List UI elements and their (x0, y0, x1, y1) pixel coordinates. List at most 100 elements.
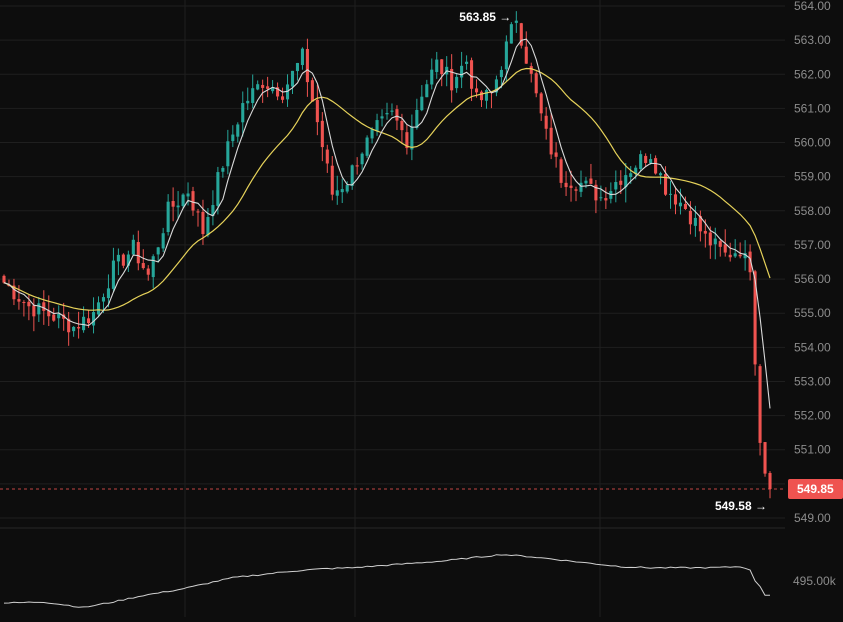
candle-body (266, 86, 270, 89)
candle-body (509, 24, 513, 44)
candle-body (320, 120, 324, 148)
candle-body (688, 210, 692, 225)
candle-body (156, 247, 160, 255)
candle-body (529, 66, 533, 74)
candle-body (579, 182, 583, 192)
y-tick-label: 552.00 (794, 409, 831, 423)
candle-body (256, 84, 260, 90)
candle-body (131, 239, 135, 255)
price-chart[interactable]: 495.00k 549.00550.00551.00552.00553.0055… (0, 0, 843, 617)
candle-body (335, 190, 339, 196)
candle-body (161, 233, 165, 249)
candle-body (569, 185, 573, 188)
candle-body (141, 263, 145, 269)
candle-body (718, 241, 722, 247)
candle-body (151, 256, 155, 278)
candle-body (365, 137, 369, 156)
candle-body (410, 126, 414, 150)
y-tick-label: 555.00 (794, 306, 831, 320)
candle-body (703, 230, 707, 234)
candle-body (27, 301, 31, 307)
candle-body (479, 91, 484, 101)
candle-body (315, 99, 319, 123)
candle-body (514, 20, 518, 23)
candle-body (106, 288, 110, 299)
candle-body (116, 254, 120, 262)
candle-body (614, 182, 618, 190)
candle-body (380, 116, 384, 119)
high-annotation: 563.85 → (459, 10, 511, 24)
candle-body (52, 314, 56, 321)
candle-body (77, 327, 81, 329)
candle-body (470, 60, 474, 89)
candle-body (455, 76, 459, 89)
candle-body (474, 88, 479, 93)
candle-body (639, 154, 643, 169)
y-tick-label: 549.00 (794, 511, 831, 525)
y-tick-label: 564.00 (794, 0, 831, 13)
candle-body (196, 211, 200, 213)
candle-body (2, 275, 6, 283)
candle-body (22, 302, 26, 304)
candle-body (32, 305, 36, 317)
candle-body (57, 313, 61, 319)
candle-body (191, 191, 195, 211)
candle-body (300, 48, 304, 66)
volume-axis-label: 495.00k (793, 574, 837, 588)
candle-body (589, 178, 593, 184)
candle-body (584, 180, 588, 184)
candle-body (295, 62, 300, 72)
y-tick-label: 557.00 (794, 238, 831, 252)
candle-body (171, 201, 175, 207)
candle-body (708, 232, 712, 246)
chart-svg: 495.00k 549.00550.00551.00552.00553.0055… (0, 0, 843, 617)
candle-body (345, 185, 349, 192)
candle-body (619, 180, 623, 185)
candle-body (375, 120, 379, 132)
annotations: 563.85 → 549.58 → (0, 10, 785, 513)
candle-body (290, 70, 295, 87)
candle-body (604, 198, 608, 201)
candle-body (166, 201, 170, 233)
candle-body (42, 302, 46, 311)
candle-body (325, 149, 329, 164)
candle-body (111, 260, 115, 289)
candle-body (738, 254, 742, 257)
candle-body (251, 88, 255, 103)
candle-body (629, 173, 633, 178)
y-tick-label: 551.00 (794, 443, 831, 457)
volume-pane: 495.00k (3, 554, 837, 608)
candle-body (136, 242, 140, 264)
candle-body (206, 217, 210, 236)
y-tick-label: 560.00 (794, 136, 831, 150)
candle-body (499, 69, 503, 78)
candle-body (733, 253, 737, 257)
candle-body (713, 238, 717, 245)
candle-body (549, 127, 553, 155)
candle-body (91, 312, 96, 326)
candle-body (524, 46, 528, 64)
candle-body (460, 65, 464, 78)
y-tick-label: 553.00 (794, 374, 831, 388)
candle-body (539, 93, 543, 114)
candle-body (216, 172, 220, 206)
ma-fast-line (3, 38, 771, 409)
candle-body (241, 103, 245, 123)
y-tick-label: 559.00 (794, 170, 831, 184)
candle-body (440, 59, 444, 75)
candle-body (544, 115, 548, 129)
candle-body (574, 189, 578, 191)
candle-body (564, 182, 568, 188)
candle-body (310, 80, 314, 102)
grid (0, 0, 785, 617)
candle-body (72, 326, 76, 332)
candle-body (395, 109, 399, 121)
candle-body (683, 203, 687, 209)
candle-body (668, 193, 673, 195)
candle-body (261, 84, 265, 88)
candle-body (370, 128, 374, 139)
candle-body (465, 61, 469, 64)
candle-body (763, 442, 767, 474)
candle-body (37, 303, 41, 315)
y-tick-label: 556.00 (794, 272, 831, 286)
